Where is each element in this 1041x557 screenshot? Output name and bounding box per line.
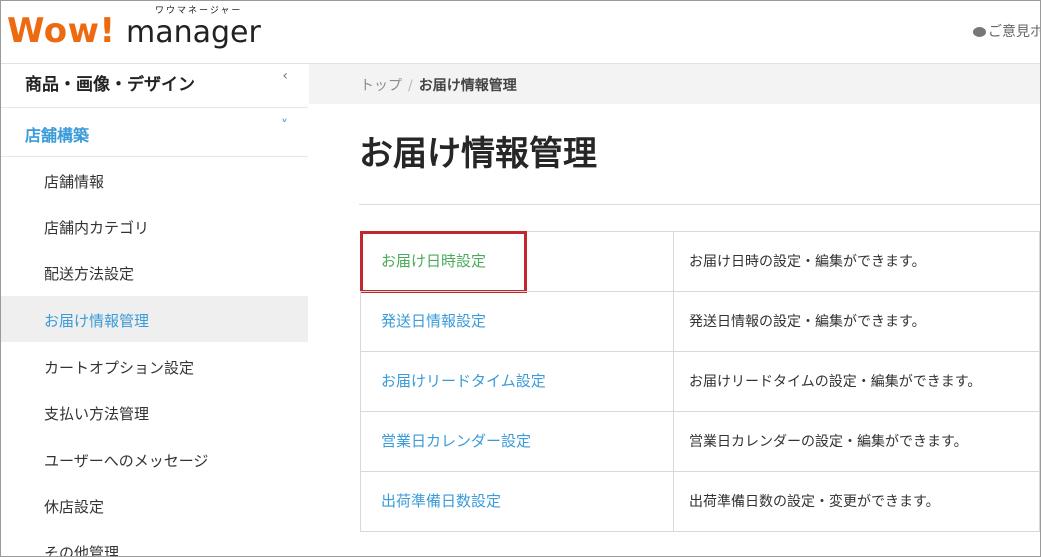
table-cell-link: お届けリードタイム設定 (361, 352, 674, 411)
table-cell-desc: お届け日時の設定・編集ができます。 (674, 232, 1040, 291)
sidebar-item-cart-option[interactable]: カートオプション設定 (1, 343, 308, 389)
sidebar-section-store-build[interactable]: 店舗構築 ˅ (1, 108, 308, 157)
sidebar-item-label: 休店設定 (44, 498, 105, 516)
breadcrumb-separator: / (408, 78, 413, 94)
top-header: Wow! ワウマネージャー manager ご意見ボ (1, 1, 1040, 64)
logo-manager-text: manager (126, 15, 261, 50)
prep-days-link[interactable]: 出荷準備日数設定 (381, 490, 501, 511)
sidebar-item-label: その他管理 (44, 544, 120, 557)
breadcrumb: トップ / お届け情報管理 (309, 64, 1040, 104)
feedback-link[interactable]: ご意見ボ (973, 21, 1041, 41)
sidebar-item-label: 配送方法設定 (44, 265, 135, 283)
business-calendar-link[interactable]: 営業日カレンダー設定 (381, 430, 531, 451)
sidebar-section-label: 店舗構築 (25, 126, 90, 145)
sidebar-item-label: 店舗内カテゴリ (44, 219, 150, 237)
logo-wow-text: Wow! (7, 11, 116, 51)
table-cell-desc: 出荷準備日数の設定・変更ができます。 (674, 472, 1040, 531)
table-cell-link: 発送日情報設定 (361, 292, 674, 351)
sidebar-item-store-info[interactable]: 店舗情報 (1, 157, 308, 203)
sidebar-item-delivery-info[interactable]: お届け情報管理 (1, 296, 308, 342)
row-description: 発送日情報の設定・編集ができます。 (689, 314, 926, 330)
table-row: お届けリードタイム設定 お届けリードタイムの設定・編集ができます。 (360, 351, 1040, 411)
sidebar-item-label: 店舗情報 (44, 173, 105, 191)
lead-time-link[interactable]: お届けリードタイム設定 (381, 370, 546, 391)
sidebar-item-store-category[interactable]: 店舗内カテゴリ (1, 203, 308, 249)
table-cell-link: 営業日カレンダー設定 (361, 412, 674, 471)
row-description: お届け日時の設定・編集ができます。 (689, 254, 926, 270)
table-cell-desc: 発送日情報の設定・編集ができます。 (674, 292, 1040, 351)
table-row: お届け日時設定 お届け日時の設定・編集ができます。 (360, 231, 1040, 293)
divider (359, 204, 1040, 205)
chevron-left-icon: ‹ (282, 68, 288, 84)
table-row: 発送日情報設定 発送日情報の設定・編集ができます。 (360, 291, 1040, 351)
sidebar-item-label: 支払い方法管理 (44, 405, 150, 423)
row-description: 営業日カレンダーの設定・編集ができます。 (689, 434, 968, 450)
feedback-label: ご意見ボ (988, 24, 1041, 40)
table-cell-link: お届け日時設定 (360, 231, 674, 293)
table-cell-desc: 営業日カレンダーの設定・編集ができます。 (674, 412, 1040, 471)
breadcrumb-home[interactable]: トップ (360, 78, 402, 94)
row-description: お届けリードタイムの設定・編集ができます。 (689, 374, 982, 390)
ship-date-info-link[interactable]: 発送日情報設定 (381, 310, 486, 331)
table-cell-link: 出荷準備日数設定 (361, 472, 674, 531)
sidebar-item-shipping-method[interactable]: 配送方法設定 (1, 249, 308, 295)
chevron-down-icon: ˅ (281, 118, 288, 134)
sidebar-item-other[interactable]: その他管理 (1, 528, 308, 557)
table-cell-desc: お届けリードタイムの設定・編集ができます。 (674, 352, 1040, 411)
breadcrumb-current: お届け情報管理 (418, 78, 517, 94)
app-window: Wow! ワウマネージャー manager ご意見ボ 商品・画像・デザイン ‹ … (0, 0, 1041, 557)
sidebar-item-label: ユーザーへのメッセージ (44, 452, 209, 470)
row-description: 出荷準備日数の設定・変更ができます。 (689, 494, 940, 510)
sidebar-item-closure[interactable]: 休店設定 (1, 482, 308, 528)
table-row: 出荷準備日数設定 出荷準備日数の設定・変更ができます。 (360, 471, 1040, 532)
sidebar-section-label: 商品・画像・デザイン (25, 75, 195, 95)
main-content: トップ / お届け情報管理 お届け情報管理 お届け日時設定 お届け日時の設定・編集が… (309, 64, 1040, 556)
sidebar: 商品・画像・デザイン ‹ 店舗構築 ˅ 店舗情報 店舗内カテゴリ 配送方法設定 … (1, 64, 310, 557)
table-row: 営業日カレンダー設定 営業日カレンダーの設定・編集ができます。 (360, 411, 1040, 471)
sidebar-section-products[interactable]: 商品・画像・デザイン ‹ (1, 64, 308, 108)
speech-bubble-icon (973, 27, 986, 37)
sidebar-item-label: カートオプション設定 (44, 359, 195, 377)
page-title: お届け情報管理 (359, 134, 597, 174)
sidebar-item-user-message[interactable]: ユーザーへのメッセージ (1, 436, 308, 482)
sidebar-item-label: お届け情報管理 (44, 312, 150, 330)
highlight-box (360, 231, 527, 293)
sidebar-item-payment[interactable]: 支払い方法管理 (1, 389, 308, 435)
